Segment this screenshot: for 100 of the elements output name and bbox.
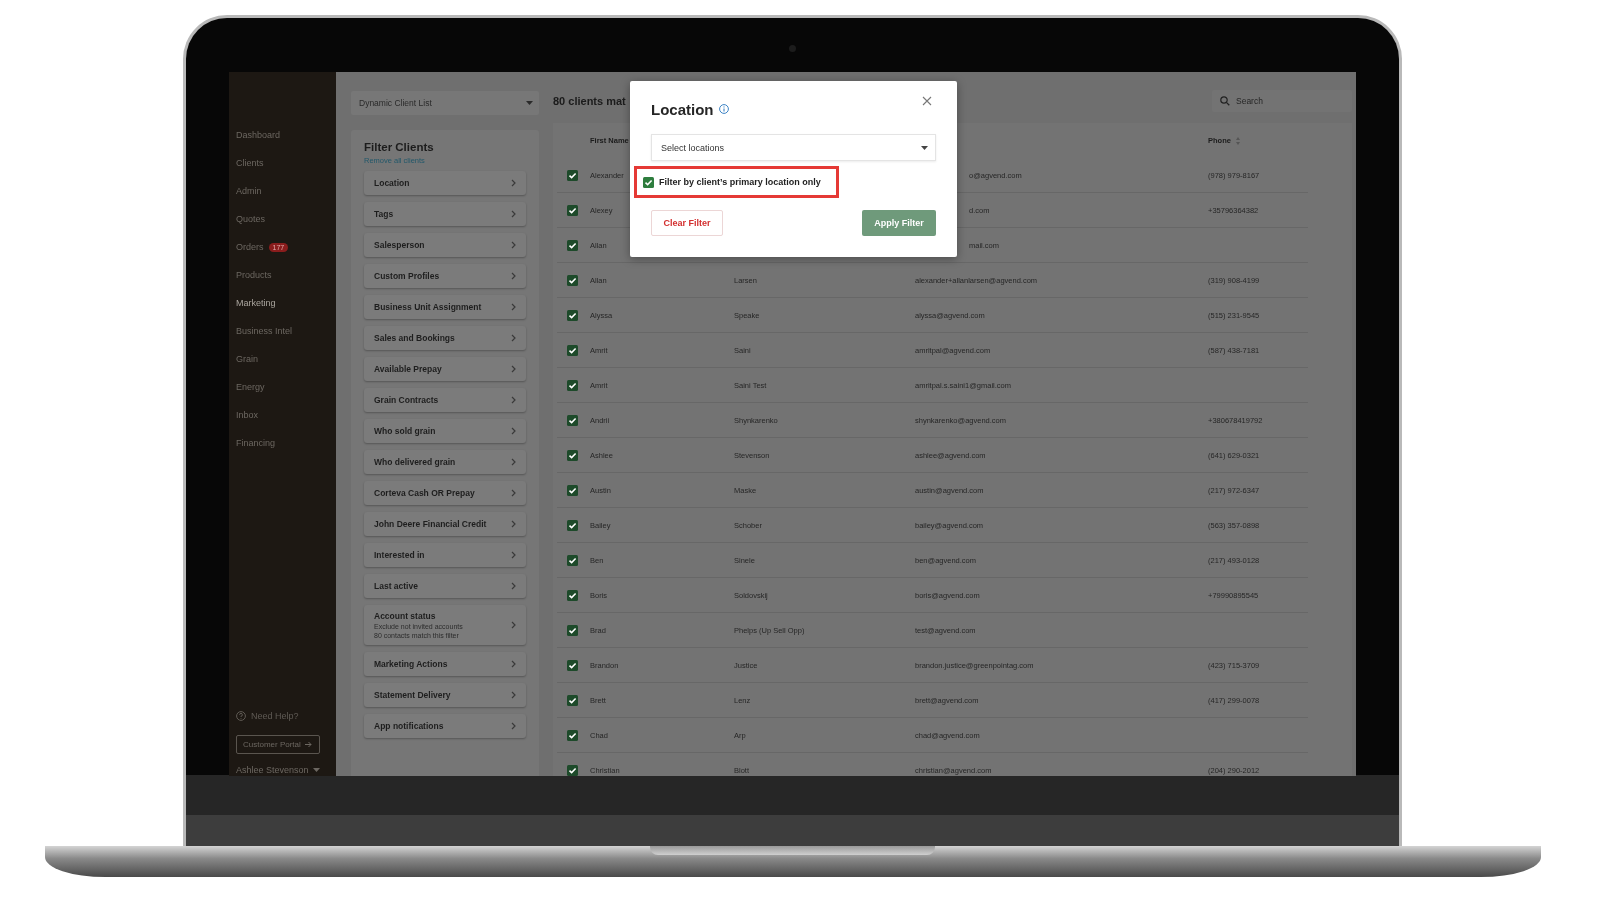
row-checkbox[interactable] (567, 519, 578, 531)
row-checkbox[interactable] (567, 764, 578, 776)
info-icon[interactable] (718, 104, 729, 114)
caret-icon (526, 101, 533, 105)
filter-item[interactable]: Sales and Bookings (364, 326, 526, 350)
caret-icon (921, 145, 928, 150)
nav-item[interactable]: Products (236, 270, 272, 280)
filter-item[interactable]: Interested in (364, 543, 526, 567)
row-checkbox[interactable] (567, 659, 578, 671)
filter-item[interactable]: Custom Profiles (364, 264, 526, 288)
filter-item[interactable]: Last active (364, 574, 526, 598)
chevron-icon (511, 427, 516, 435)
row-checkbox[interactable] (567, 239, 578, 251)
chevron-icon (511, 551, 516, 559)
filter-item[interactable]: Who sold grain (364, 419, 526, 443)
nav-item[interactable]: Clients (236, 158, 264, 168)
filter-label: Sales and Bookings (374, 333, 455, 343)
row-checkbox[interactable] (567, 169, 578, 181)
chevron-icon (511, 210, 516, 218)
filter-label: Tags (374, 209, 394, 219)
nav-item[interactable]: Financing (236, 438, 276, 448)
nav-item[interactable]: Grain (236, 354, 258, 364)
filter-item[interactable]: Corteva Cash OR Prepay (364, 481, 526, 505)
nav-item[interactable]: Inbox (236, 410, 259, 420)
nav-item[interactable]: Dashboard (236, 130, 281, 140)
caret-icon[interactable] (312, 767, 320, 772)
filter-item[interactable]: Statement Delivery (364, 683, 526, 707)
select-placeholder: Select locations (661, 142, 725, 153)
chevron-icon (511, 303, 516, 311)
help-link[interactable]: Need Help? (251, 711, 299, 721)
filter-label: App notifications (374, 721, 444, 731)
filter-label: Who delivered grain (374, 457, 456, 467)
filter-label: John Deere Financial Credit (374, 519, 487, 529)
chevron-icon (511, 241, 516, 249)
nav-item[interactable]: Energy (236, 382, 265, 392)
row-checkbox[interactable] (567, 379, 578, 391)
filter-label: Interested in (374, 550, 425, 560)
clear-filter-button[interactable]: Clear Filter (651, 210, 723, 236)
checkbox-label: Filter by client’s primary location only (659, 177, 821, 187)
filter-label: Marketing Actions (374, 659, 448, 669)
user-name[interactable]: Ashlee Stevenson (236, 764, 309, 775)
chevron-icon (511, 396, 516, 404)
filter-item[interactable]: Grain Contracts (364, 388, 526, 412)
filter-label: Salesperson (374, 240, 425, 250)
close-icon (922, 96, 932, 106)
filter-label: Statement Delivery (374, 690, 451, 700)
checkbox[interactable] (643, 176, 654, 188)
filter-label: Location (374, 178, 410, 188)
chevron-icon (511, 582, 516, 590)
filter-label: Available Prepay (374, 364, 442, 374)
filter-item[interactable]: Tags (364, 202, 526, 226)
chevron-icon (511, 272, 516, 280)
search-field[interactable]: Search (1212, 90, 1352, 112)
filter-label: Corteva Cash OR Prepay (374, 488, 475, 498)
row-checkbox[interactable] (567, 694, 578, 706)
list-dropdown[interactable]: Dynamic Client List (351, 91, 539, 115)
modal-title: Location (651, 100, 714, 118)
customer-portal-button[interactable]: Customer Portal (236, 735, 320, 754)
row-checkbox[interactable] (567, 729, 578, 741)
filter-label: Custom Profiles (374, 271, 440, 281)
location-select[interactable]: Select locations (651, 134, 936, 161)
filter-item[interactable]: Who delivered grain (364, 450, 526, 474)
row-checkbox[interactable] (567, 344, 578, 356)
row-checkbox[interactable] (567, 274, 578, 286)
row-checkbox[interactable] (567, 414, 578, 426)
chevron-icon (511, 458, 516, 466)
filter-item[interactable]: John Deere Financial Credit (364, 512, 526, 536)
filter-item[interactable]: Available Prepay (364, 357, 526, 381)
filter-label: Grain Contracts (374, 395, 439, 405)
row-checkbox[interactable] (567, 309, 578, 321)
chevron-icon (511, 520, 516, 528)
row-checkbox[interactable] (567, 204, 578, 216)
nav-item[interactable]: Orders (236, 242, 264, 252)
filter-label: Who sold grain (374, 426, 436, 436)
row-checkbox[interactable] (567, 624, 578, 636)
help-icon[interactable] (236, 711, 246, 721)
filter-item[interactable]: Location (364, 171, 526, 195)
row-checkbox[interactable] (567, 484, 578, 496)
chevron-icon (511, 179, 516, 187)
chevron-icon (511, 621, 516, 629)
results-heading: 80 clients mat (553, 95, 626, 107)
row-checkbox[interactable] (567, 449, 578, 461)
arrow-icon (304, 741, 312, 748)
filter-item[interactable]: App notifications (364, 714, 526, 738)
row-checkbox[interactable] (567, 554, 578, 566)
nav-item[interactable]: Admin (236, 186, 262, 196)
row-checkbox[interactable] (567, 589, 578, 601)
chevron-icon (511, 489, 516, 497)
nav-item[interactable]: Marketing (236, 298, 276, 308)
chevron-icon (511, 691, 516, 699)
nav-item[interactable]: Quotes (236, 214, 266, 224)
dropdown-value: Dynamic Client List (359, 98, 432, 108)
filter-label: Last active (374, 581, 418, 591)
chevron-icon (511, 334, 516, 342)
filter-item[interactable]: Salesperson (364, 233, 526, 257)
filter-item[interactable]: Business Unit Assignment (364, 295, 526, 319)
filter-item[interactable]: Marketing Actions (364, 652, 526, 676)
nav-item[interactable]: Business Intel (236, 326, 293, 336)
panel-title: Filter Clients (364, 141, 435, 153)
chevron-icon (511, 365, 516, 373)
